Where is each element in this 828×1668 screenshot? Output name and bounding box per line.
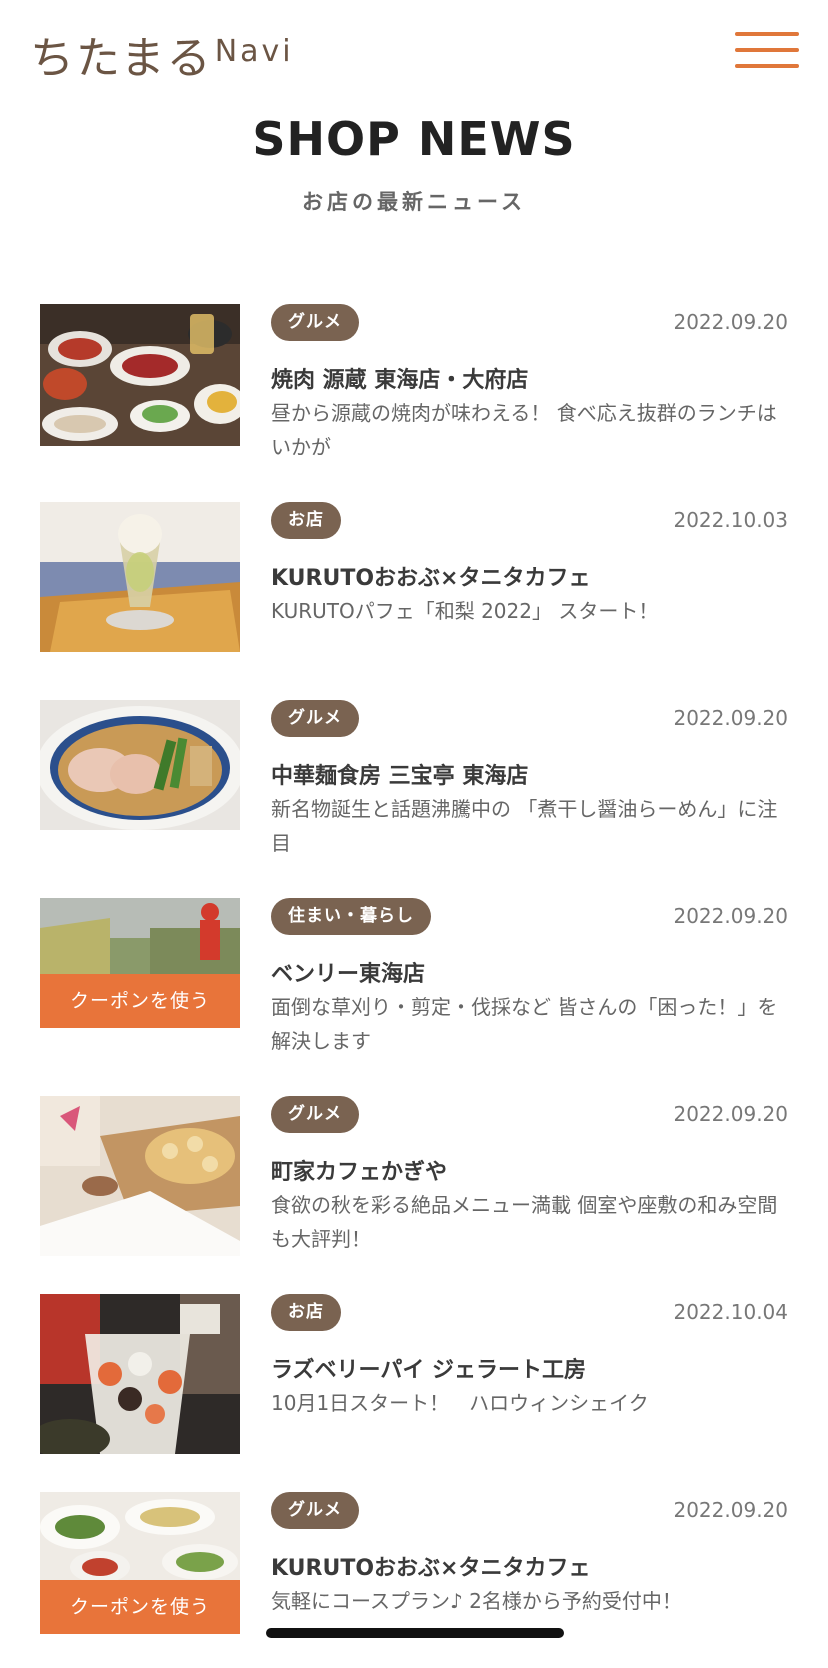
site-logo[interactable]: ちたまる Navi: [30, 22, 294, 86]
news-thumbnail-gardening: クーポンを使う: [40, 898, 240, 1028]
page-title: SHOP NEWS: [252, 112, 576, 166]
category-badge: グルメ: [271, 700, 359, 737]
news-description: 10月1日スタート！ ハロウィンシェイク: [271, 1391, 649, 1415]
category-badge: 住まい・暮らし: [271, 898, 431, 935]
category-badge: グルメ: [271, 304, 359, 341]
news-description: 面倒な草刈り・剪定・伐採など 皆さんの「困った！」を解決します: [271, 995, 778, 1053]
coupon-button[interactable]: クーポンを使う: [40, 974, 240, 1028]
news-thumbnail-cafe-sweets: [40, 1096, 240, 1256]
news-item[interactable]: クーポンを使う 住まい・暮らし 2022.09.20 ベンリー東海店 面倒な草刈…: [0, 894, 828, 1074]
news-thumbnail-yakiniku: [40, 304, 240, 446]
news-description: 新名物誕生と話題沸騰中の 「煮干し醤油らーめん」に注目: [271, 797, 778, 855]
category-badge: お店: [271, 502, 341, 539]
news-item[interactable]: クーポンを使う グルメ 2022.09.20 KURUTOおおぶ×タニタカフェ …: [0, 1488, 828, 1668]
news-thumbnail-halloween-shake: [40, 1294, 240, 1454]
news-thumbnail-ramen: [40, 700, 240, 830]
news-description: 昼から源蔵の焼肉が味わえる！ 食べ応え抜群のランチはいかが: [271, 401, 777, 459]
news-date: 2022.09.20: [673, 310, 788, 334]
shop-name: KURUTOおおぶ×タニタカフェ: [271, 1556, 591, 1581]
news-date: 2022.10.03: [673, 508, 788, 532]
menu-bar: [735, 48, 799, 52]
coupon-button[interactable]: クーポンを使う: [40, 1580, 240, 1634]
shop-name: 町家カフェかぎや: [271, 1160, 448, 1185]
menu-bar: [735, 32, 799, 36]
news-date: 2022.09.20: [673, 706, 788, 730]
news-description: 食欲の秋を彩る絶品メニュー満載 個室や座敷の和み空間も大評判！: [271, 1193, 778, 1251]
shop-name: ベンリー東海店: [271, 962, 426, 987]
news-item[interactable]: グルメ 2022.09.20 町家カフェかぎや 食欲の秋を彩る絶品メニュー満載 …: [0, 1092, 828, 1272]
shop-name: ラズベリーパイ ジェラート工房: [271, 1358, 587, 1383]
news-date: 2022.09.20: [673, 1498, 788, 1522]
app-header: ちたまる Navi: [0, 0, 828, 110]
news-item[interactable]: お店 2022.10.04 ラズベリーパイ ジェラート工房 10月1日スタート！…: [0, 1290, 828, 1470]
menu-bar: [735, 64, 799, 68]
shop-name: 焼肉 源蔵 東海店・大府店: [271, 368, 529, 393]
news-description: KURUTOパフェ「和梨 2022」 スタート！: [271, 599, 659, 623]
news-item[interactable]: グルメ 2022.09.20 中華麺食房 三宝亭 東海店 新名物誕生と話題沸騰中…: [0, 696, 828, 876]
category-badge: グルメ: [271, 1492, 359, 1529]
home-indicator[interactable]: [266, 1628, 564, 1638]
news-thumbnail-parfait: [40, 502, 240, 652]
news-date: 2022.09.20: [673, 904, 788, 928]
news-description: 気軽にコースプラン♪ 2名様から予約受付中！: [271, 1589, 682, 1613]
hamburger-menu-icon[interactable]: [735, 32, 799, 72]
news-item[interactable]: お店 2022.10.03 KURUTOおおぶ×タニタカフェ KURUTOパフェ…: [0, 498, 828, 678]
category-badge: お店: [271, 1294, 341, 1331]
news-thumbnail-course-meal: クーポンを使う: [40, 1492, 240, 1634]
logo-sub-text: Navi: [214, 34, 294, 69]
news-item[interactable]: グルメ 2022.09.20 焼肉 源蔵 東海店・大府店 昼から源蔵の焼肉が味わ…: [0, 300, 828, 480]
logo-main-text: ちたまる: [30, 33, 213, 84]
news-date: 2022.10.04: [673, 1300, 788, 1324]
shop-name: 中華麺食房 三宝亭 東海店: [271, 764, 529, 789]
page-subtitle: お店の最新ニュース: [302, 190, 526, 214]
shop-name: KURUTOおおぶ×タニタカフェ: [271, 566, 591, 591]
category-badge: グルメ: [271, 1096, 359, 1133]
news-date: 2022.09.20: [673, 1102, 788, 1126]
